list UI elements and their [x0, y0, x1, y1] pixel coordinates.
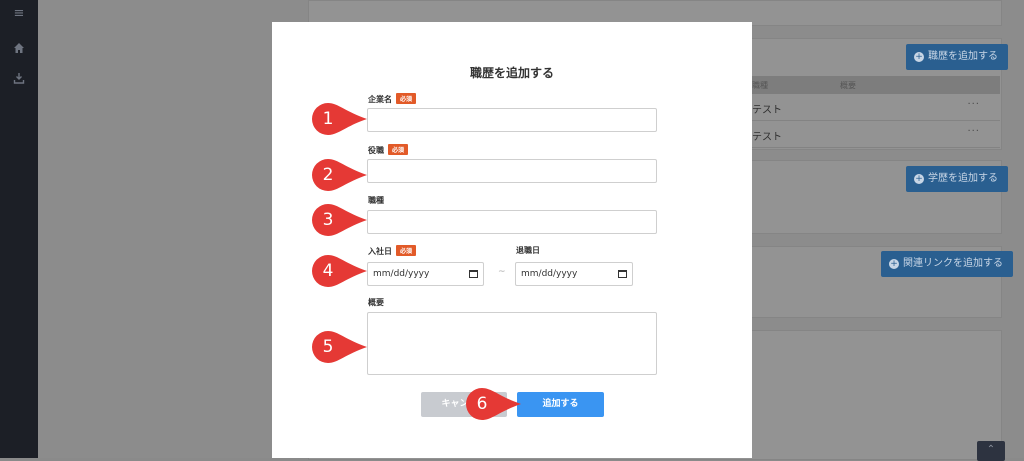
date-range-separator: ~ [498, 267, 506, 277]
position-label: 役職 必須 [368, 144, 409, 156]
career-table-header: 職種 概要 [740, 76, 1000, 94]
job-type-input[interactable] [367, 210, 657, 234]
callout-marker-5: 5 [311, 330, 369, 364]
company-name-label: 企業名 必須 [368, 93, 417, 105]
summary-label: 概要 [368, 298, 384, 307]
required-badge: 必須 [396, 245, 417, 256]
home-icon[interactable] [11, 42, 27, 58]
add-career-button[interactable]: + 職歴を追加する [906, 44, 1008, 70]
required-badge: 必須 [388, 144, 409, 155]
calendar-icon[interactable] [469, 270, 478, 278]
submit-button[interactable]: 追加する [517, 392, 604, 417]
callout-marker-3: 3 [311, 203, 369, 237]
calendar-icon[interactable] [618, 270, 627, 278]
callout-marker-1: 1 [311, 102, 369, 136]
plus-icon: + [889, 259, 899, 269]
menu-icon[interactable]: ≡ [11, 6, 27, 22]
summary-textarea[interactable] [367, 312, 657, 375]
row-menu-icon[interactable]: ··· [967, 99, 980, 110]
add-education-button[interactable]: + 学歴を追加する [906, 166, 1008, 192]
join-date-label: 入社日 必須 [368, 245, 417, 257]
row-menu-icon[interactable]: ··· [967, 126, 980, 137]
sidebar: ≡ [0, 0, 38, 458]
leave-date-label: 退職日 [516, 246, 540, 255]
callout-marker-4: 4 [311, 254, 369, 288]
modal-title: 職歴を追加する [469, 66, 554, 80]
company-name-input[interactable] [367, 108, 657, 132]
table-header-job: 職種 [752, 81, 768, 90]
job-type-label: 職種 [368, 196, 384, 205]
scroll-top-button[interactable]: ⌃ [977, 441, 1005, 461]
table-row: テスト ··· [740, 94, 1000, 121]
position-input[interactable] [367, 159, 657, 183]
leave-date-input[interactable]: mm/dd/yyyy [515, 262, 633, 286]
required-badge: 必須 [396, 93, 417, 104]
download-icon[interactable] [11, 72, 27, 88]
table-header-summary: 概要 [840, 81, 856, 90]
plus-icon: + [914, 174, 924, 184]
add-link-button[interactable]: + 関連リンクを追加する [881, 251, 1013, 277]
callout-marker-2: 2 [311, 158, 369, 192]
plus-icon: + [914, 52, 924, 62]
join-date-input[interactable]: mm/dd/yyyy [367, 262, 484, 286]
table-row: テスト ··· [740, 121, 1000, 148]
callout-marker-6: 6 [465, 387, 523, 421]
